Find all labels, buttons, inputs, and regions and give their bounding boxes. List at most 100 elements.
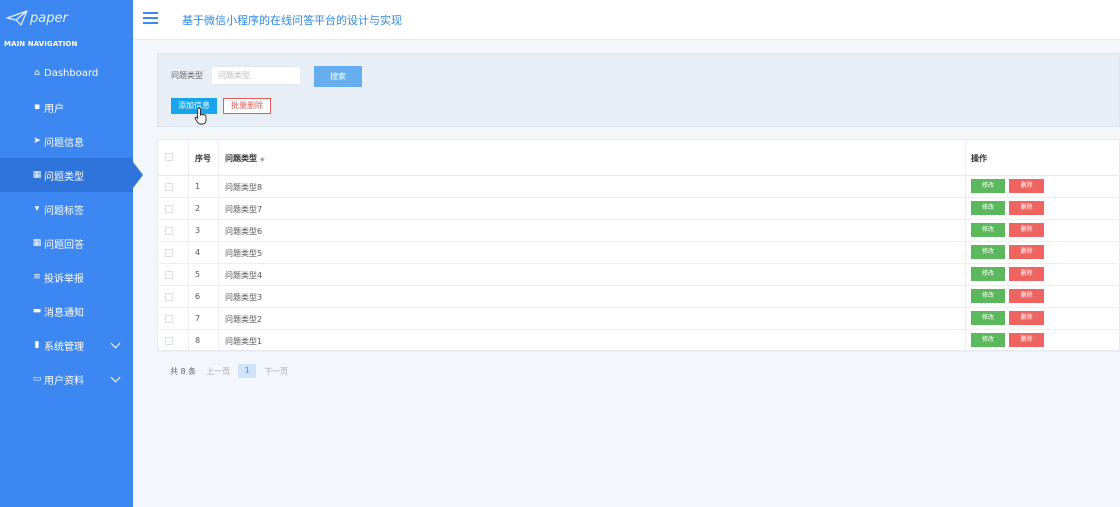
logo-text: paper bbox=[30, 10, 68, 26]
row-checkbox[interactable] bbox=[165, 205, 173, 213]
row-type: 问题类型5 bbox=[225, 249, 263, 258]
sidebar-nav: ⌂ Dashboard ▪ 用户 ➤ 问题信息 ▦ 问题类型 ▾ 问题标签 ▦ 问题回答 ≡ 投诉举报 ▬ 消… bbox=[0, 56, 143, 396]
bulk-delete-button[interactable]: 批量删除 bbox=[223, 98, 271, 114]
sidebar-item-4[interactable]: ▾ 问题标签 bbox=[0, 192, 133, 226]
sidebar: paper MAIN NAVIGATION ⌂ Dashboard ▪ 用户 ➤ 问题信息… bbox=[0, 0, 143, 507]
delete-button[interactable]: 删除 bbox=[1009, 311, 1044, 325]
list-icon: ≡ bbox=[33, 272, 41, 282]
delete-button[interactable]: 删除 bbox=[1009, 267, 1044, 281]
nav-section-title: MAIN NAVIGATION bbox=[4, 40, 78, 48]
paper-plane-icon bbox=[6, 10, 28, 26]
row-type: 问题类型3 bbox=[225, 293, 263, 302]
row-index: 2 bbox=[195, 204, 201, 213]
delete-button[interactable]: 删除 bbox=[1009, 223, 1044, 237]
trophy-icon: ▾ bbox=[34, 204, 40, 214]
table-row: 4 问题类型5 修改 删除 bbox=[158, 242, 1120, 264]
grid-icon: ▦ bbox=[32, 170, 42, 180]
chevron-down-icon[interactable] bbox=[110, 372, 121, 383]
page-title: 基于微信小程序的在线问答平台的设计与实现 bbox=[182, 14, 402, 27]
row-index: 5 bbox=[195, 270, 201, 279]
pagination: 共 8 条 上一页 1 下一页 bbox=[170, 363, 288, 379]
brand-logo[interactable]: paper bbox=[6, 8, 68, 28]
sidebar-item-label: Dashboard bbox=[44, 67, 99, 79]
column-actions-header: 操作 bbox=[971, 154, 987, 163]
search-input[interactable]: 问题类型 bbox=[211, 66, 301, 85]
total-count: 共 8 条 bbox=[170, 366, 197, 376]
table-row: 6 问题类型3 修改 删除 bbox=[158, 286, 1120, 308]
send-icon: ➤ bbox=[33, 136, 41, 146]
row-type: 问题类型7 bbox=[225, 205, 263, 214]
search-panel: 问题类型 问题类型 搜索 添加信息 批量删除 bbox=[157, 53, 1120, 127]
sidebar-item-label: 问题信息 bbox=[44, 137, 84, 149]
delete-button[interactable]: 删除 bbox=[1009, 333, 1044, 347]
sidebar-item-7[interactable]: ▬ 消息通知 bbox=[0, 294, 133, 328]
pointer-cursor-icon bbox=[194, 107, 207, 125]
row-checkbox[interactable] bbox=[165, 293, 173, 301]
select-all-checkbox[interactable] bbox=[165, 153, 173, 161]
table-row: 8 问题类型1 修改 删除 bbox=[158, 330, 1120, 352]
sidebar-item-label: 投诉举报 bbox=[44, 273, 84, 285]
grid-icon: ▦ bbox=[32, 238, 42, 248]
sidebar-item-5[interactable]: ▦ 问题回答 bbox=[0, 226, 133, 260]
edit-button[interactable]: 修改 bbox=[971, 333, 1005, 347]
row-type: 问题类型1 bbox=[225, 337, 263, 346]
table-row: 3 问题类型6 修改 删除 bbox=[158, 220, 1120, 242]
table-header: 序号 问题类型 ◆ 操作 bbox=[158, 140, 1120, 176]
search-label: 问题类型 bbox=[171, 71, 203, 80]
edit-button[interactable]: 修改 bbox=[971, 245, 1005, 259]
row-index: 3 bbox=[195, 226, 201, 235]
row-type: 问题类型6 bbox=[225, 227, 263, 236]
home-icon: ⌂ bbox=[34, 68, 40, 78]
sidebar-item-6[interactable]: ≡ 投诉举报 bbox=[0, 260, 133, 294]
edit-button[interactable]: 修改 bbox=[971, 289, 1005, 303]
data-table: 序号 问题类型 ◆ 操作 1 问题类型8 修改 删除 2 问题类型7 修改 删除 3 问题类型6 修改… bbox=[157, 139, 1120, 352]
delete-button[interactable]: 删除 bbox=[1009, 201, 1044, 215]
row-index: 7 bbox=[195, 314, 201, 323]
table-row: 1 问题类型8 修改 删除 bbox=[158, 176, 1120, 198]
edit-button[interactable]: 修改 bbox=[971, 223, 1005, 237]
sidebar-item-1[interactable]: ▪ 用户 bbox=[0, 90, 133, 124]
sidebar-item-label: 问题标签 bbox=[44, 205, 84, 217]
sidebar-item-label: 问题回答 bbox=[44, 239, 84, 251]
delete-button[interactable]: 删除 bbox=[1009, 245, 1044, 259]
row-type: 问题类型2 bbox=[225, 315, 263, 324]
sidebar-item-2[interactable]: ➤ 问题信息 bbox=[0, 124, 133, 158]
sidebar-item-label: 用户资料 bbox=[44, 375, 84, 387]
row-index: 8 bbox=[195, 336, 201, 345]
sidebar-item-9[interactable]: ▭ 用户资料 bbox=[0, 362, 133, 396]
sidebar-item-8[interactable]: ▮ 系统管理 bbox=[0, 328, 133, 362]
card-icon: ▭ bbox=[32, 374, 42, 384]
prev-page-button[interactable]: 上一页 bbox=[206, 366, 230, 377]
table-row: 7 问题类型2 修改 删除 bbox=[158, 308, 1120, 330]
next-page-button[interactable]: 下一页 bbox=[264, 366, 288, 377]
edit-button[interactable]: 修改 bbox=[971, 267, 1005, 281]
page-1-button[interactable]: 1 bbox=[238, 364, 257, 378]
building-icon: ▮ bbox=[34, 340, 40, 350]
row-type: 问题类型4 bbox=[225, 271, 263, 280]
column-index-header: 序号 bbox=[195, 154, 211, 163]
chat-icon: ▪ bbox=[33, 102, 41, 112]
row-checkbox[interactable] bbox=[165, 249, 173, 257]
row-checkbox[interactable] bbox=[165, 271, 173, 279]
delete-button[interactable]: 删除 bbox=[1009, 179, 1044, 193]
row-checkbox[interactable] bbox=[165, 227, 173, 235]
chevron-down-icon[interactable] bbox=[110, 338, 121, 349]
sidebar-item-3[interactable]: ▦ 问题类型 bbox=[0, 158, 143, 192]
sidebar-item-0[interactable]: ⌂ Dashboard bbox=[0, 56, 133, 90]
row-checkbox[interactable] bbox=[165, 337, 173, 345]
sidebar-item-label: 消息通知 bbox=[44, 307, 84, 319]
row-checkbox[interactable] bbox=[165, 315, 173, 323]
search-button[interactable]: 搜索 bbox=[314, 66, 362, 87]
sidebar-item-label: 系统管理 bbox=[44, 341, 84, 353]
table-row: 2 问题类型7 修改 删除 bbox=[158, 198, 1120, 220]
edit-button[interactable]: 修改 bbox=[971, 179, 1005, 193]
row-type: 问题类型8 bbox=[225, 183, 263, 192]
hamburger-icon[interactable] bbox=[143, 12, 158, 24]
sidebar-item-label: 问题类型 bbox=[44, 171, 84, 183]
edit-button[interactable]: 修改 bbox=[971, 201, 1005, 215]
delete-button[interactable]: 删除 bbox=[1009, 289, 1044, 303]
row-index: 6 bbox=[195, 292, 201, 301]
column-type-header[interactable]: 问题类型 ◆ bbox=[225, 153, 265, 164]
row-checkbox[interactable] bbox=[165, 183, 173, 191]
edit-button[interactable]: 修改 bbox=[971, 311, 1005, 325]
